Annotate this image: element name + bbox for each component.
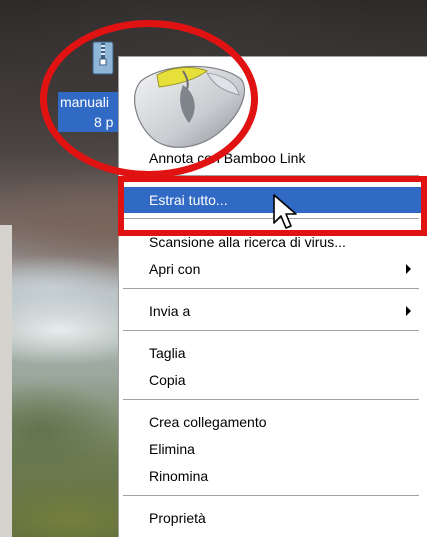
menu-separator [123,399,419,400]
menu-item-label: Crea collegamento [149,414,267,430]
menu-separator [123,330,419,331]
menu-item-label: Proprietà [149,510,206,526]
menu-item-apri-con[interactable]: Apri con [121,256,423,282]
menu-item-crea-collegamento[interactable]: Crea collegamento [121,409,423,435]
menu-item-elimina[interactable]: Elimina [121,436,423,462]
menu-item-label: Rinomina [149,468,209,484]
menu-item-label: Scansione alla ricerca di virus... [149,234,346,250]
submenu-arrow-icon [406,264,411,274]
mouse-pointer-icon [273,194,297,229]
menu-item-invia-a[interactable]: Invia a [121,298,423,324]
menu-item-copia[interactable]: Copia [121,367,423,393]
menu-item-label: Elimina [149,441,195,457]
screenshot-stage: manuali 8 p Annota con Bamboo Link Estra… [0,0,427,537]
menu-item-label: Invia a [149,303,191,319]
menu-item-label: Copia [149,372,186,388]
menu-item-proprieta[interactable]: Proprietà [121,505,423,531]
menu-item-rinomina[interactable]: Rinomina [121,463,423,489]
menu-item-label: Apri con [149,261,201,277]
window-edge [0,225,12,537]
menu-separator [123,495,419,496]
menu-item-label: Taglia [149,345,186,361]
menu-item-taglia[interactable]: Taglia [121,340,423,366]
submenu-arrow-icon [406,306,411,316]
menu-separator [123,288,419,289]
annotation-ellipse [40,20,258,178]
